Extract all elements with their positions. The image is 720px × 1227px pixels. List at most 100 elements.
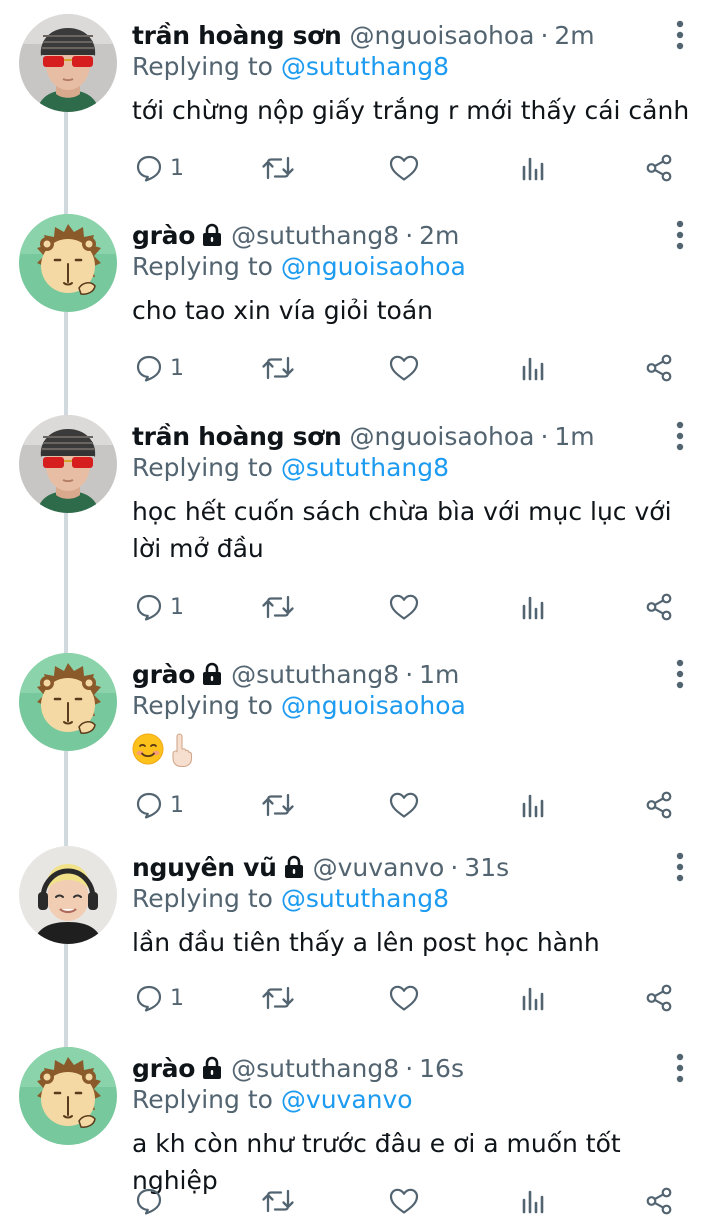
replying-to-handle[interactable]: @sututhang8	[281, 52, 449, 81]
like-button[interactable]	[388, 148, 420, 188]
share-button[interactable]	[644, 348, 674, 388]
tweet[interactable]: grào @sututhang8 · 2m Replying to @nguoi…	[0, 200, 720, 401]
tweet-text: học hết cuốn sách chừa bìa với mục lục v…	[132, 497, 672, 563]
author-name[interactable]: trần hoàng sơn	[132, 21, 342, 50]
like-button[interactable]	[388, 978, 420, 1018]
thread-line	[64, 832, 68, 846]
reply-button[interactable]	[134, 1181, 164, 1221]
reply-count: 1	[170, 594, 184, 620]
timestamp[interactable]: 1m	[419, 660, 459, 689]
person-sunglasses-avatar[interactable]	[19, 14, 117, 112]
more-options-icon[interactable]	[666, 18, 694, 52]
replying-to-handle[interactable]: @sututhang8	[281, 453, 449, 482]
tweet[interactable]: grào @sututhang8 · 16s Replying to @vuva…	[0, 1033, 720, 1227]
replying-to-handle[interactable]: @sututhang8	[281, 884, 449, 913]
lion-cartoon-avatar[interactable]	[19, 1047, 117, 1145]
author-name[interactable]: grào	[132, 1054, 195, 1083]
share-button[interactable]	[644, 785, 674, 825]
share-icon	[644, 353, 674, 383]
retweet-button[interactable]	[260, 348, 296, 388]
person-sunglasses-avatar[interactable]	[19, 415, 117, 513]
thread-line	[64, 401, 68, 415]
author-handle[interactable]: @sututhang8	[231, 660, 399, 689]
retweet-button[interactable]	[260, 1181, 296, 1221]
replying-to-handle[interactable]: @nguoisaohoa	[281, 691, 466, 720]
views-bar-chart-icon	[518, 353, 548, 383]
action-bar: 1	[130, 587, 690, 627]
views-button[interactable]	[518, 785, 548, 825]
replying-to: Replying to @sututhang8	[132, 884, 449, 913]
views-button[interactable]	[518, 148, 548, 188]
author-handle[interactable]: @nguoisaohoa	[350, 21, 535, 50]
lock-icon	[201, 223, 223, 247]
lion-cartoon-avatar[interactable]	[19, 214, 117, 312]
author-name[interactable]: grào	[132, 221, 195, 250]
timestamp[interactable]: 1m	[554, 422, 594, 451]
thread-line	[64, 312, 68, 401]
index-pointing-up-emoji	[168, 733, 194, 769]
like-button[interactable]	[388, 1181, 420, 1221]
author-name[interactable]: trần hoàng sơn	[132, 422, 342, 451]
author-handle[interactable]: @sututhang8	[231, 1054, 399, 1083]
like-button[interactable]	[388, 587, 420, 627]
share-button[interactable]	[644, 1181, 674, 1221]
views-button[interactable]	[518, 1181, 548, 1221]
thread-line	[64, 751, 68, 832]
lock-icon	[201, 1056, 223, 1080]
share-button[interactable]	[644, 978, 674, 1018]
author-name[interactable]: grào	[132, 660, 195, 689]
replying-label: Replying to	[132, 252, 273, 281]
reply-button[interactable]: 1	[134, 148, 184, 188]
reply-button[interactable]: 1	[134, 348, 184, 388]
like-button[interactable]	[388, 785, 420, 825]
person-headset-avatar[interactable]	[19, 846, 117, 944]
action-bar: 1	[130, 785, 690, 825]
share-icon	[644, 592, 674, 622]
heart-icon	[388, 1186, 420, 1216]
retweet-icon	[260, 1186, 296, 1216]
tweet[interactable]: trần hoàng sơn @nguoisaohoa · 2m Replyin…	[0, 0, 720, 200]
separator-dot: ·	[540, 20, 549, 50]
share-button[interactable]	[644, 148, 674, 188]
timestamp[interactable]: 2m	[554, 21, 594, 50]
share-button[interactable]	[644, 587, 674, 627]
tweet-emoji	[132, 733, 194, 769]
action-bar: 1	[130, 348, 690, 388]
retweet-button[interactable]	[260, 587, 296, 627]
retweet-button[interactable]	[260, 148, 296, 188]
views-button[interactable]	[518, 587, 548, 627]
timestamp[interactable]: 31s	[464, 853, 509, 882]
author-name[interactable]: nguyên vũ	[132, 853, 277, 882]
more-options-icon[interactable]	[666, 218, 694, 252]
tweet[interactable]: trần hoàng sơn @nguoisaohoa · 1m Replyin…	[0, 401, 720, 639]
timestamp[interactable]: 16s	[419, 1054, 464, 1083]
reply-button[interactable]: 1	[134, 978, 184, 1018]
retweet-icon	[260, 592, 296, 622]
views-bar-chart-icon	[518, 983, 548, 1013]
heart-icon	[388, 592, 420, 622]
tweet[interactable]: nguyên vũ @vuvanvo · 31s Replying to @su…	[0, 832, 720, 1033]
retweet-button[interactable]	[260, 785, 296, 825]
reply-count: 1	[170, 155, 184, 181]
reply-button[interactable]: 1	[134, 587, 184, 627]
timestamp[interactable]: 2m	[419, 221, 459, 250]
views-button[interactable]	[518, 978, 548, 1018]
tweet[interactable]: grào @sututhang8 · 1m Replying to @nguoi…	[0, 639, 720, 832]
author-handle[interactable]: @sututhang8	[231, 221, 399, 250]
replying-to-handle[interactable]: @vuvanvo	[281, 1085, 413, 1114]
retweet-button[interactable]	[260, 978, 296, 1018]
like-button[interactable]	[388, 348, 420, 388]
retweet-icon	[260, 790, 296, 820]
more-options-icon[interactable]	[666, 850, 694, 884]
replying-label: Replying to	[132, 691, 273, 720]
more-options-icon[interactable]	[666, 1051, 694, 1085]
lion-cartoon-avatar[interactable]	[19, 653, 117, 751]
more-options-icon[interactable]	[666, 657, 694, 691]
author-handle[interactable]: @vuvanvo	[313, 853, 445, 882]
more-options-icon[interactable]	[666, 419, 694, 453]
views-button[interactable]	[518, 348, 548, 388]
action-bar: 1	[130, 978, 690, 1018]
reply-button[interactable]: 1	[134, 785, 184, 825]
replying-to-handle[interactable]: @nguoisaohoa	[281, 252, 466, 281]
author-handle[interactable]: @nguoisaohoa	[350, 422, 535, 451]
